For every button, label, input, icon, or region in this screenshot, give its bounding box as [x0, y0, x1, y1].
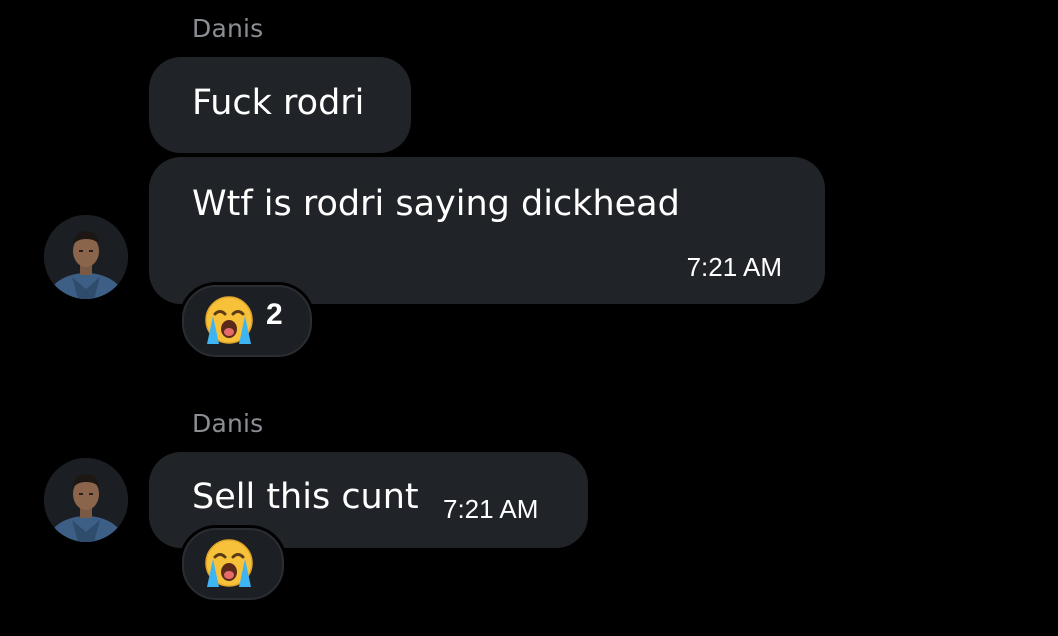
reaction-count: 2 [266, 298, 283, 331]
message-bubble[interactable]: Wtf is rodri saying dickhead 7:21 AM [149, 157, 825, 304]
reaction-pill[interactable] [182, 528, 284, 600]
message-text: Sell this cunt [192, 477, 419, 517]
message-bubble[interactable]: Fuck rodri [149, 57, 411, 153]
message-text: Wtf is rodri saying dickhead [192, 184, 680, 224]
message-text: Fuck rodri [192, 83, 365, 123]
loudly-crying-face-icon [205, 296, 253, 344]
message-timestamp: 7:21 AM [686, 252, 782, 282]
avatar[interactable] [44, 458, 128, 542]
avatar-image [44, 458, 128, 542]
avatar[interactable] [44, 215, 128, 299]
sender-name: Danis [192, 409, 264, 438]
reaction-pill[interactable]: 2 [182, 285, 312, 357]
message-timestamp: 7:21 AM [443, 494, 539, 524]
avatar-image [44, 215, 128, 299]
sender-name: Danis [192, 14, 264, 43]
loudly-crying-face-icon [205, 539, 253, 587]
